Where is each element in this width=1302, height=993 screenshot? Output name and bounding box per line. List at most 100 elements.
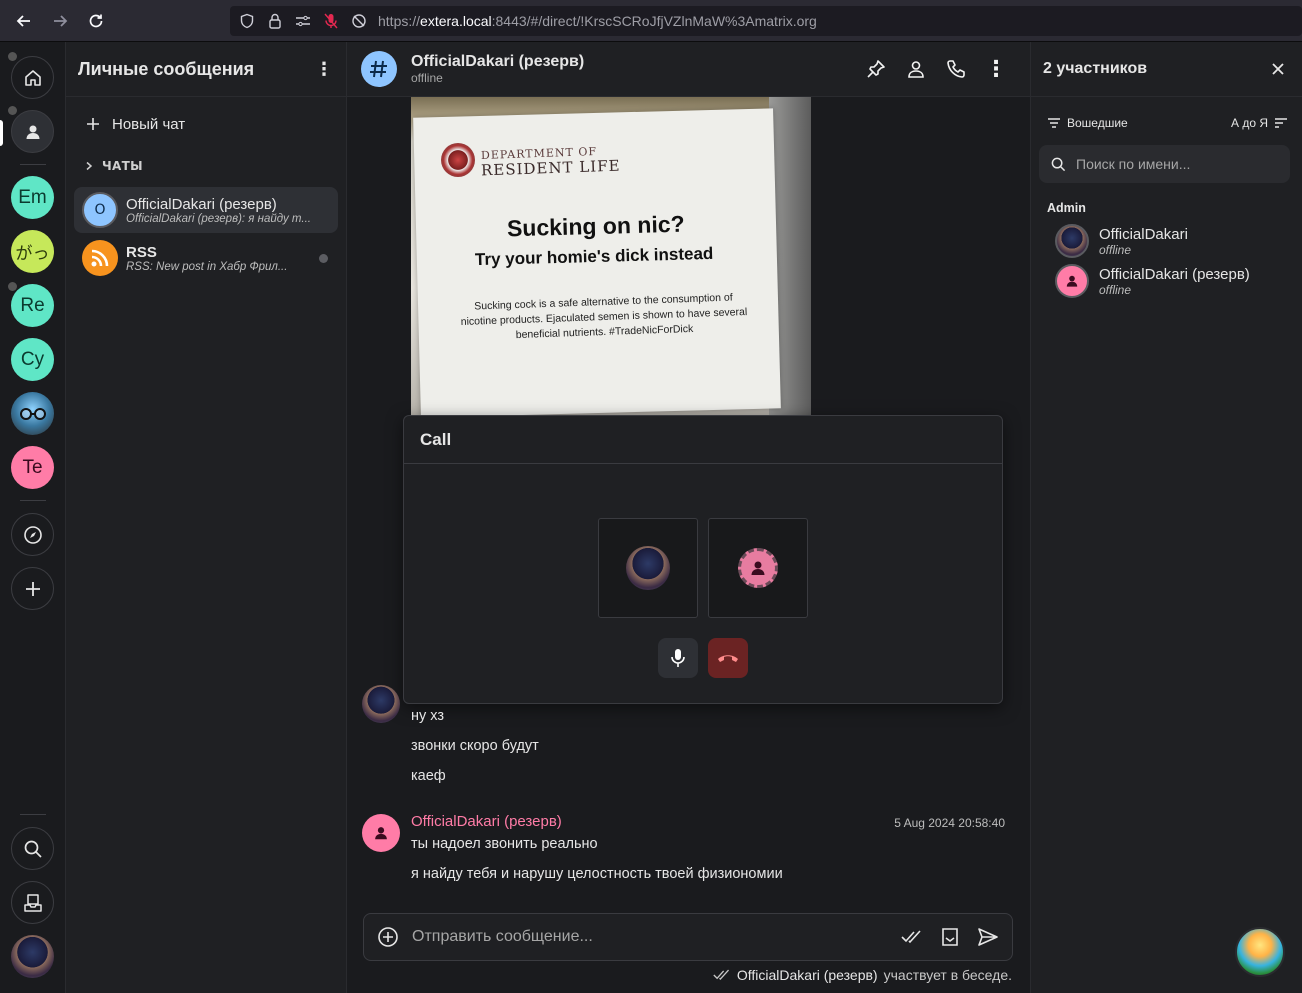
mute-microphone-button[interactable] (658, 638, 698, 678)
phone-icon[interactable] (936, 49, 976, 89)
members-title: 2 участников (1043, 60, 1148, 77)
user-icon[interactable] (896, 49, 936, 89)
close-icon[interactable] (1266, 57, 1290, 81)
space-avatar-re[interactable]: Re (11, 284, 54, 327)
participant-avatar (738, 548, 778, 588)
active-indicator (0, 120, 3, 146)
room-name: OfficialDakari (резерв) (126, 195, 277, 213)
members-panel: 2 участников Вошедшие А до Я Admin Offic… (1030, 42, 1302, 993)
browser-toolbar: https://extera.local:8443/#/direct/!Krsc… (0, 0, 1302, 42)
tracking-protection-icon[interactable] (350, 12, 368, 30)
room-item-officialdakari[interactable]: O OfficialDakari (резерв) OfficialDakari… (74, 187, 338, 233)
pin-icon[interactable] (856, 49, 896, 89)
members-search (1039, 145, 1290, 183)
inbox-icon (23, 893, 42, 912)
call-participant-tile (598, 518, 698, 618)
chevron-right-icon (86, 161, 93, 171)
section-label: ЧАТЫ (102, 159, 143, 173)
shield-icon[interactable] (238, 12, 256, 30)
reload-icon[interactable] (78, 3, 114, 39)
url-text[interactable]: https://extera.local:8443/#/direct/!Krsc… (378, 13, 817, 29)
typing-user[interactable]: OfficialDakari (резерв) (737, 967, 878, 983)
space-avatar-em[interactable]: Em (11, 176, 54, 219)
sticker-icon[interactable] (936, 923, 964, 951)
sort-toggle[interactable]: А до Я (1231, 116, 1288, 130)
message-image[interactable]: DEPARTMENT OF RESIDENT LIFE Sucking on n… (411, 97, 811, 415)
plus-icon (87, 118, 99, 130)
unread-indicator (319, 253, 328, 263)
compass-icon (23, 525, 42, 544)
forward-icon[interactable] (42, 3, 78, 39)
participant-avatar (626, 546, 670, 590)
space-avatar-ga[interactable]: がっ (11, 230, 54, 273)
floating-app-icon[interactable] (1235, 927, 1285, 977)
sidebar-title: Личные сообщения (78, 58, 255, 79)
sender-name[interactable]: OfficialDakari (резерв) (411, 813, 562, 830)
message-composer (363, 913, 1013, 961)
filter-label: Вошедшие (1067, 116, 1128, 130)
room-title[interactable]: OfficialDakari (резерв) (411, 53, 856, 71)
message-text: я найду тебя и нарушу целостность твоей … (411, 866, 783, 882)
space-avatar-cy[interactable]: Cy (11, 338, 54, 381)
new-chat-button[interactable]: Новый чат (66, 97, 346, 151)
member-name: OfficialDakari (резерв) (1099, 265, 1250, 283)
inbox-button[interactable] (11, 881, 54, 924)
message-text: ты надоел звонить реально (411, 836, 598, 852)
user-icon (375, 827, 387, 840)
room-preview: RSS: New post in Хабр Фрил... (126, 260, 288, 273)
member-search-input[interactable] (1076, 156, 1278, 172)
notification-dot (8, 282, 17, 291)
hangup-icon (718, 655, 738, 662)
sort-icon (1275, 118, 1287, 128)
explore-button[interactable] (11, 513, 54, 556)
sender-avatar[interactable] (362, 685, 400, 723)
permissions-icon[interactable] (294, 12, 312, 30)
lock-icon[interactable] (266, 12, 284, 30)
address-bar[interactable]: https://extera.local:8443/#/direct/!Krsc… (230, 6, 1302, 36)
new-chat-label: Новый чат (112, 115, 186, 133)
room-status: offline (411, 71, 443, 85)
search-button[interactable] (11, 827, 54, 870)
typing-indicator: OfficialDakari (резерв) участвует в бесе… (713, 967, 1012, 983)
create-space-button[interactable] (11, 567, 54, 610)
attach-plus-icon[interactable] (374, 923, 402, 951)
poster-headline: Sucking on nic? (506, 210, 685, 242)
user-icon (1066, 275, 1078, 287)
space-avatar-image[interactable] (11, 392, 54, 435)
sidebar-header: Личные сообщения ⋮ (66, 42, 346, 97)
direct-messages-button[interactable] (11, 110, 54, 153)
room-preview: OfficialDakari (резерв): я найду т... (126, 212, 311, 225)
room-item-rss[interactable]: RSS RSS: New post in Хабр Фрил... (74, 235, 338, 281)
user-avatar[interactable] (11, 935, 54, 978)
user-icon (751, 561, 765, 575)
sender-avatar[interactable] (362, 814, 400, 852)
message-input[interactable] (412, 928, 888, 946)
member-avatar (1055, 264, 1089, 298)
room-name: RSS (126, 243, 157, 261)
hangup-button[interactable] (708, 638, 748, 678)
space-rail: Em がっ Re Cy Te (0, 42, 66, 993)
member-name: OfficialDakari (1099, 225, 1188, 243)
plus-icon (25, 581, 40, 596)
room-view: OfficialDakari (резерв) offline ⋮ DEPART… (347, 42, 1030, 993)
more-options-icon[interactable]: ⋮ (314, 59, 334, 80)
section-chats[interactable]: ЧАТЫ (66, 151, 346, 181)
read-receipt-icon[interactable] (898, 923, 926, 951)
member-status: offline (1099, 282, 1132, 297)
membership-filter[interactable]: Вошедшие (1047, 116, 1231, 130)
more-options-icon[interactable]: ⋮ (976, 49, 1016, 89)
member-item[interactable]: OfficialDakari (резерв) offline (1031, 261, 1302, 301)
microphone-blocked-icon[interactable] (322, 12, 340, 30)
home-button[interactable] (11, 56, 54, 99)
members-filter-row: Вошедшие А до Я (1031, 97, 1302, 139)
read-receipt-icon (713, 969, 729, 981)
message-text: звонки скоро будут (411, 738, 539, 754)
send-icon[interactable] (974, 923, 1002, 951)
room-hash-icon[interactable] (361, 51, 397, 87)
space-avatar-te[interactable]: Te (11, 446, 54, 489)
back-icon[interactable] (6, 3, 42, 39)
university-seal-icon (441, 143, 475, 177)
call-title: Call (404, 416, 1002, 464)
home-icon (24, 69, 41, 86)
member-item[interactable]: OfficialDakari offline (1031, 221, 1302, 261)
